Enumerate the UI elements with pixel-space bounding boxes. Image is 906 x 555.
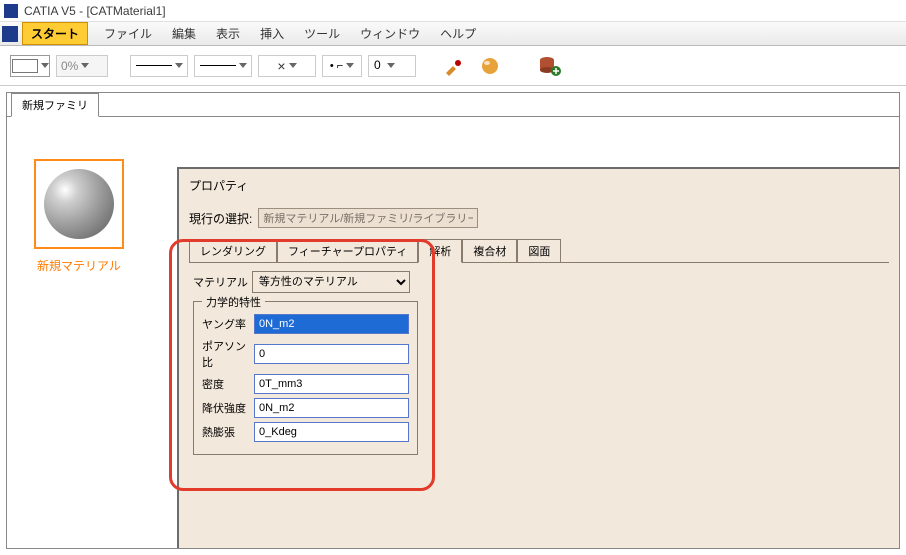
layer-dropdown[interactable]: 0 bbox=[368, 55, 416, 77]
opacity-value: 0% bbox=[61, 59, 78, 73]
structural-props-group: 力学的特性 ヤング率 ポアソン比 密度 bbox=[193, 301, 418, 455]
line-style-2[interactable] bbox=[194, 55, 252, 77]
row-yield: 降伏強度 bbox=[202, 398, 409, 418]
row-density: 密度 bbox=[202, 374, 409, 394]
material-type-label: マテリアル bbox=[193, 274, 248, 290]
properties-tabs: レンダリング フィーチャープロパティ 解析 複合材 図面 bbox=[189, 238, 889, 262]
menu-insert[interactable]: 挿入 bbox=[250, 23, 294, 44]
menu-help[interactable]: ヘルプ bbox=[430, 23, 486, 44]
line-style-1[interactable] bbox=[130, 55, 188, 77]
layer-value: 0 bbox=[374, 58, 381, 72]
app-small-icon bbox=[2, 26, 18, 42]
row-thermal: 熱膨張 bbox=[202, 422, 409, 442]
menu-window[interactable]: ウィンドウ bbox=[350, 23, 430, 44]
menu-start[interactable]: スタート bbox=[22, 22, 88, 45]
family-tabbar: 新規ファミリ bbox=[7, 93, 899, 117]
toolbar: 0% × • ⌐ 0 bbox=[0, 46, 906, 86]
tab-feature[interactable]: フィーチャープロパティ bbox=[277, 239, 418, 263]
content-area: 新規ファミリ 新規マテリアル プロパティ 現行の選択: レンダリング bbox=[0, 86, 906, 555]
row-poisson: ポアソン比 bbox=[202, 338, 409, 370]
tab-rendering[interactable]: レンダリング bbox=[189, 239, 277, 263]
input-young[interactable] bbox=[254, 314, 409, 334]
current-selection-label: 現行の選択: bbox=[189, 210, 252, 227]
properties-title: プロパティ bbox=[189, 177, 889, 194]
app-icon bbox=[4, 4, 18, 18]
label-density: 密度 bbox=[202, 376, 254, 392]
point-symbol[interactable]: • ⌐ bbox=[322, 55, 362, 77]
menu-bar: スタート ファイル 編集 表示 挿入 ツール ウィンドウ ヘルプ bbox=[0, 22, 906, 46]
x-symbol: × bbox=[277, 58, 285, 74]
material-sphere-icon bbox=[44, 169, 114, 239]
material-thumbnail[interactable] bbox=[34, 159, 124, 249]
document-frame: 新規ファミリ 新規マテリアル プロパティ 現行の選択: レンダリング bbox=[6, 92, 900, 549]
menu-view[interactable]: 表示 bbox=[206, 23, 250, 44]
current-selection-field[interactable] bbox=[258, 208, 478, 228]
current-selection-row: 現行の選択: bbox=[189, 208, 889, 228]
point-style-x[interactable]: × bbox=[258, 55, 316, 77]
tab-new-family[interactable]: 新規ファミリ bbox=[11, 93, 99, 117]
tab-label: 新規ファミリ bbox=[22, 100, 88, 112]
label-thermal: 熱膨張 bbox=[202, 424, 254, 440]
catalog-icon[interactable] bbox=[536, 52, 564, 80]
menu-file[interactable]: ファイル bbox=[94, 23, 162, 44]
material-thumbnail-block: 新規マテリアル bbox=[25, 159, 133, 274]
input-yield[interactable] bbox=[254, 398, 409, 418]
properties-panel: プロパティ 現行の選択: レンダリング フィーチャープロパティ 解析 複合材 図… bbox=[177, 167, 899, 548]
tab-analysis[interactable]: 解析 bbox=[418, 239, 462, 263]
color-picker[interactable] bbox=[10, 55, 50, 77]
label-yield: 降伏強度 bbox=[202, 400, 254, 416]
point-symbol-label: • ⌐ bbox=[330, 60, 343, 72]
tab-drawing[interactable]: 図面 bbox=[517, 239, 561, 263]
opacity-dropdown[interactable]: 0% bbox=[56, 55, 108, 77]
label-young: ヤング率 bbox=[202, 316, 254, 332]
title-bar: CATIA V5 - [CATMaterial1] bbox=[0, 0, 906, 22]
input-poisson[interactable] bbox=[254, 344, 409, 364]
material-label: 新規マテリアル bbox=[25, 257, 133, 274]
menu-edit[interactable]: 編集 bbox=[162, 23, 206, 44]
workspace: 新規マテリアル プロパティ 現行の選択: レンダリング フィーチャープロパティ … bbox=[7, 117, 899, 548]
material-type-row: マテリアル 等方性のマテリアル bbox=[193, 271, 885, 293]
sphere-icon[interactable] bbox=[476, 52, 504, 80]
row-young: ヤング率 bbox=[202, 314, 409, 334]
material-type-select[interactable]: 等方性のマテリアル bbox=[252, 271, 410, 293]
window-title: CATIA V5 - [CATMaterial1] bbox=[24, 4, 166, 18]
structural-props-legend: 力学的特性 bbox=[202, 294, 265, 310]
input-density[interactable] bbox=[254, 374, 409, 394]
label-poisson: ポアソン比 bbox=[202, 338, 254, 370]
brush-icon[interactable] bbox=[440, 52, 468, 80]
color-swatch bbox=[12, 59, 38, 73]
tab-analysis-content: マテリアル 等方性のマテリアル 力学的特性 ヤング率 ポアソン比 bbox=[189, 262, 889, 459]
menu-tools[interactable]: ツール bbox=[294, 23, 350, 44]
tab-composite[interactable]: 複合材 bbox=[462, 239, 517, 263]
input-thermal[interactable] bbox=[254, 422, 409, 442]
